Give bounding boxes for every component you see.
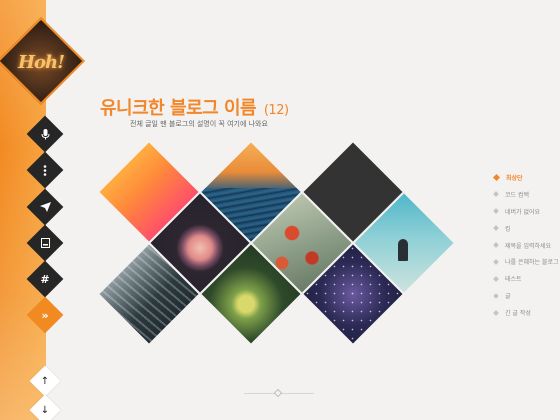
footer-diamond-icon — [273, 388, 283, 398]
scroll-down-button[interactable]: ↓ — [29, 394, 61, 420]
diamond-bullet-icon — [492, 173, 501, 181]
microphone-icon — [32, 121, 58, 147]
send-icon — [32, 194, 58, 220]
microphone-button[interactable] — [26, 115, 64, 153]
post-index-label: 킹 — [505, 225, 511, 233]
hashtag-icon: # — [40, 272, 50, 286]
post-index: 최상단 코드 컴백 네버가 없어요 킹 제목을 입력하세요 나를 은혜하는 블로… — [492, 169, 559, 321]
arrow-up-icon: ↑ — [40, 375, 50, 387]
post-index-item[interactable]: 제목을 입력하세요 — [493, 237, 559, 254]
post-index-label: 제목을 입력하세요 — [505, 242, 552, 250]
post-index-label: 코드 컴백 — [505, 191, 529, 199]
post-index-item[interactable]: 네버가 없어요 — [493, 203, 559, 220]
diamond-bullet-icon — [493, 259, 499, 265]
post-index-label: 테스트 — [505, 276, 522, 284]
book-icon — [32, 230, 58, 256]
blog-description: 전체 글일 땐 블로그의 설명이 꼭 여기에 나와요 — [130, 120, 268, 128]
post-index-label: 나를 은혜하는 블로그 — [505, 259, 559, 267]
post-index-item[interactable]: 테스트 — [493, 270, 559, 287]
arrow-down-icon: ↓ — [40, 404, 50, 416]
post-count: (12) — [263, 103, 289, 118]
logo-text: Hoh! — [17, 52, 65, 73]
diamond-bullet-icon — [493, 275, 499, 282]
post-index-item[interactable]: 최상단 — [492, 169, 559, 186]
more-button[interactable] — [26, 151, 64, 189]
post-index-label: 글 — [505, 293, 511, 301]
diamond-bullet-icon — [493, 208, 499, 215]
post-index-item[interactable]: 코드 컴백 — [493, 186, 559, 203]
tag-button[interactable]: # — [26, 260, 64, 298]
more-icon — [32, 157, 58, 183]
post-index-label: 긴 글 작성 — [505, 310, 531, 318]
post-index-item[interactable]: 긴 글 작성 — [493, 304, 559, 321]
diamond-bullet-icon — [493, 191, 499, 198]
blog-title: 유니크한 블로그 이름 — [100, 98, 257, 119]
diamond-bullet-icon — [493, 309, 499, 316]
diamond-bullet-icon — [493, 225, 499, 231]
diamond-bullet-icon — [493, 242, 499, 248]
scroll-up-button[interactable]: ↑ — [29, 365, 61, 397]
page-title: 유니크한 블로그 이름 (12) — [100, 94, 289, 120]
post-index-item[interactable]: 킹 — [493, 220, 559, 237]
send-button[interactable] — [26, 188, 64, 226]
guestbook-button[interactable] — [26, 224, 64, 262]
expand-button[interactable]: » — [26, 296, 64, 334]
post-index-label: 최상단 — [506, 174, 523, 182]
diamond-bullet-icon — [493, 292, 499, 299]
post-index-item[interactable]: 나를 은혜하는 블로그 — [493, 253, 559, 270]
double-chevron-right-icon: » — [41, 308, 49, 322]
post-index-label: 네버가 없어요 — [505, 208, 541, 216]
post-index-item[interactable]: 글 — [493, 287, 559, 304]
